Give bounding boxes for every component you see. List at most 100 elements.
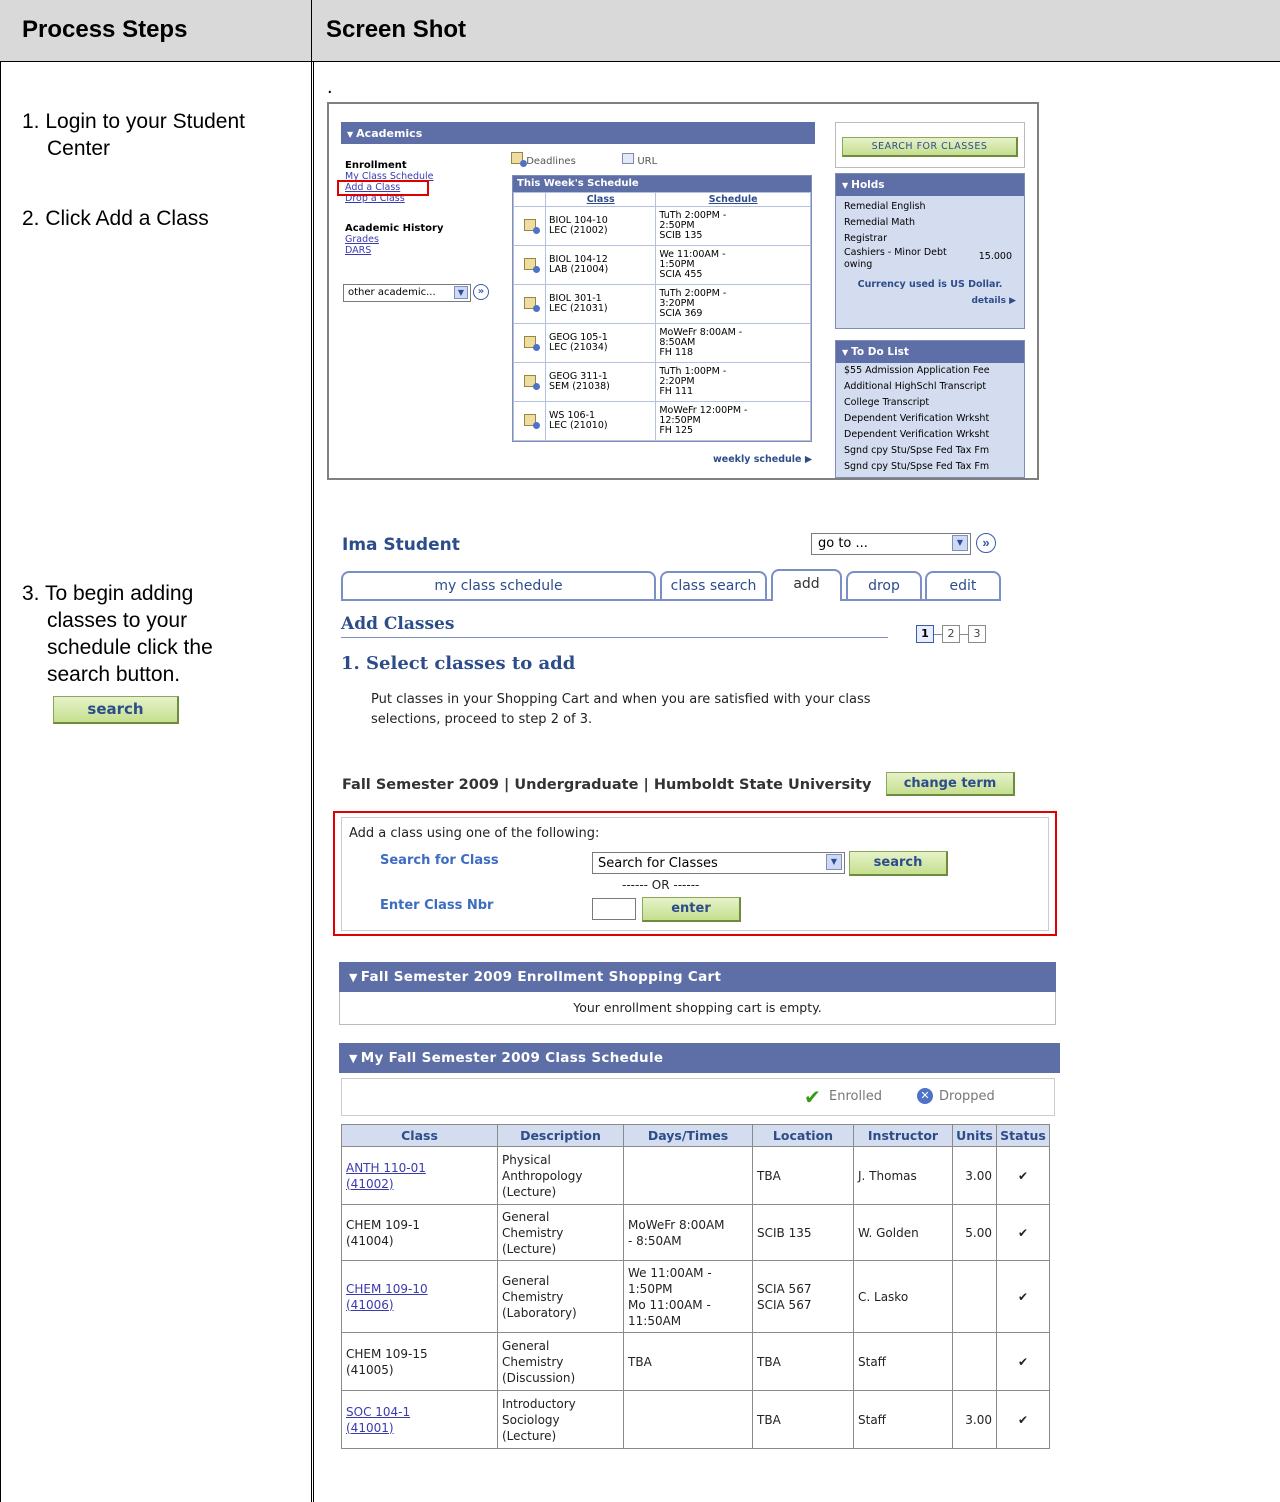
todo-panel: ▼ To Do List $55 Admission Application Fe… xyxy=(835,340,1025,478)
change-term-button[interactable]: change term xyxy=(886,772,1015,796)
instructions: Put classes in your Shopping Cart and wh… xyxy=(371,692,871,727)
weekly-schedule-title: This Week's Schedule xyxy=(513,176,811,192)
step-2-indicator: 2 xyxy=(942,625,960,643)
weekly-schedule-link[interactable]: weekly schedule ▶ xyxy=(713,454,812,465)
holds-details-link[interactable]: details ▶ xyxy=(836,293,1024,309)
todo-item: $55 Admission Application Fee xyxy=(844,365,990,376)
add-intro: Add a class using one of the following: xyxy=(349,826,600,841)
tab-class-search[interactable]: class search xyxy=(660,571,767,599)
hold-item: Remedial Math xyxy=(844,217,916,228)
enrolled-check-icon: ✔ xyxy=(804,1085,821,1109)
step-3-text: 3. To begin adding classes to your sched… xyxy=(22,582,213,686)
tab-add[interactable]: add xyxy=(771,569,842,601)
search-for-classes-button[interactable]: SEARCH FOR CLASSES xyxy=(842,137,1018,157)
search-classes-box: SEARCH FOR CLASSES xyxy=(835,122,1025,168)
tab-drop[interactable]: drop xyxy=(846,571,922,599)
week-row: GEOG 105-1 LEC (21034) MoWeFr 8:00AM -8:5… xyxy=(513,323,811,363)
dars-link[interactable]: DARS xyxy=(345,245,443,256)
class-info-icon[interactable] xyxy=(523,335,540,351)
schedule-header-row: Class Description Days/Times Location In… xyxy=(341,1124,1050,1147)
holds-panel: ▼ Holds Remedial English Remedial Math Re… xyxy=(835,173,1025,329)
dot-mark: . xyxy=(327,76,333,98)
col-status: Status xyxy=(996,1124,1050,1147)
arrow-right-icon: ▶ xyxy=(804,454,813,465)
step-3-indicator: 3 xyxy=(968,625,986,643)
class-info-icon[interactable] xyxy=(523,296,540,312)
section-title: 1. Select classes to add xyxy=(341,653,576,674)
column-divider xyxy=(311,0,312,1502)
holds-header[interactable]: ▼ Holds xyxy=(836,174,1024,196)
class-info-icon[interactable] xyxy=(523,413,540,429)
hold-item: Cashiers - Minor Debt owing 15.000 xyxy=(844,247,1012,270)
cart-empty-message: Your enrollment shopping cart is empty. xyxy=(339,992,1056,1025)
todo-header[interactable]: ▼ To Do List xyxy=(836,341,1024,363)
week-row: GEOG 311-1 SEM (21038) TuTh 1:00PM -2:20P… xyxy=(513,362,811,402)
title-underline xyxy=(341,637,888,638)
step-1-text: 1. Login to your Student Center xyxy=(22,110,245,160)
class-info-icon[interactable] xyxy=(523,257,540,273)
search-button[interactable]: search xyxy=(849,851,948,876)
class-link[interactable]: CHEM 109-10 (41006) xyxy=(346,1282,428,1312)
shopping-cart-header[interactable]: ▼ Fall Semester 2009 Enrollment Shopping … xyxy=(339,962,1056,992)
col-units: Units xyxy=(952,1124,997,1147)
hold-item: Remedial English xyxy=(844,201,926,212)
todo-item: Dependent Verification Wrksht xyxy=(844,413,990,424)
class-link[interactable]: ANTH 110-01 (41002) xyxy=(346,1161,426,1191)
class-info-icon[interactable] xyxy=(523,374,540,390)
class-info-icon[interactable] xyxy=(523,218,540,234)
collapse-triangle-icon: ▼ xyxy=(842,348,849,357)
academics-header[interactable]: ▼ Academics xyxy=(341,122,815,144)
goto-go-icon[interactable]: » xyxy=(976,533,996,553)
dropped-x-icon: ✕ xyxy=(917,1088,933,1104)
enter-class-nbr-label: Enter Class Nbr xyxy=(380,898,494,913)
class-schedule-header[interactable]: ▼ My Fall Semester 2009 Class Schedule xyxy=(339,1043,1060,1073)
tab-edit[interactable]: edit xyxy=(925,571,1001,599)
col-class-header[interactable]: Class xyxy=(544,192,657,207)
other-academic-select[interactable]: other academic... ▼ xyxy=(343,284,471,302)
search-type-select[interactable]: Search for Classes ▼ xyxy=(592,852,845,874)
go-icon[interactable]: » xyxy=(473,284,489,300)
legend-dropped: Dropped xyxy=(939,1089,995,1104)
enrolled-check-icon: ✔ xyxy=(996,1332,1050,1391)
tab-my-class-schedule[interactable]: my class schedule xyxy=(341,571,656,599)
term-line: Fall Semester 2009 | Undergraduate | Hum… xyxy=(342,777,872,793)
deadlines-link[interactable]: Deadlines xyxy=(526,156,576,167)
deadlines-icon xyxy=(511,152,527,167)
col-days-times: Days/Times xyxy=(623,1124,753,1147)
academics-screenshot: ▼ Academics Enrollment My Class Schedule … xyxy=(327,102,1039,480)
shopping-cart-panel: ▼ Fall Semester 2009 Enrollment Shopping … xyxy=(339,962,1056,1025)
collapse-triangle-icon: ▼ xyxy=(347,130,354,139)
week-row: BIOL 301-1 LEC (21031) TuTh 2:00PM -3:20P… xyxy=(513,284,811,324)
legend-enrolled: Enrolled xyxy=(829,1089,882,1104)
week-row: WS 106-1 LEC (21010) MoWeFr 12:00PM -12:5… xyxy=(513,401,811,441)
dropdown-arrow-icon: ▼ xyxy=(826,854,842,870)
url-link[interactable]: URL xyxy=(637,156,657,167)
todo-item: Dependent Verification Wrksht xyxy=(844,429,990,440)
column-divider-double xyxy=(313,62,314,1502)
col-location: Location xyxy=(752,1124,854,1147)
enter-button[interactable]: enter xyxy=(642,897,741,922)
class-schedule-table: Class Description Days/Times Location In… xyxy=(341,1124,1050,1449)
week-row: BIOL 104-10 LEC (21002) TuTh 2:00PM -2:50… xyxy=(513,206,811,246)
week-row: BIOL 104-12 LAB (21004) We 11:00AM -1:50P… xyxy=(513,245,811,285)
enrolled-check-icon: ✔ xyxy=(996,1260,1050,1333)
tab-baseline xyxy=(341,599,1001,601)
table-row: CHEM 109-15 (41005) General Chemistry (Disc… xyxy=(341,1332,1050,1391)
class-link[interactable]: SOC 104-1 (41001) xyxy=(346,1405,410,1435)
enrolled-check-icon: ✔ xyxy=(996,1146,1050,1205)
process-steps-header: Process Steps xyxy=(22,16,188,43)
table-row: CHEM 109-1 (41004) General Chemistry (Lectu… xyxy=(341,1204,1050,1261)
student-name: Ima Student xyxy=(342,535,460,555)
todo-item: College Transcript xyxy=(844,397,930,408)
class-nbr-input[interactable] xyxy=(592,898,636,920)
col-schedule-header[interactable]: Schedule xyxy=(655,192,811,207)
or-separator: ------ OR ------ xyxy=(622,878,700,892)
table-row: CHEM 109-10 (41006) General Chemistry (Labo… xyxy=(341,1260,1050,1333)
todo-item: Sgnd cpy Stu/Spse Fed Tax Fm xyxy=(844,445,990,456)
goto-select[interactable]: go to ... ▼ xyxy=(811,533,971,555)
status-legend: ✔ Enrolled ✕ Dropped xyxy=(341,1078,1055,1116)
collapse-triangle-icon: ▼ xyxy=(349,971,358,984)
grades-link[interactable]: Grades xyxy=(345,234,443,245)
step-2-text: 2. Click Add a Class xyxy=(22,207,209,230)
todo-item: Additional HighSchl Transcript xyxy=(844,381,987,392)
